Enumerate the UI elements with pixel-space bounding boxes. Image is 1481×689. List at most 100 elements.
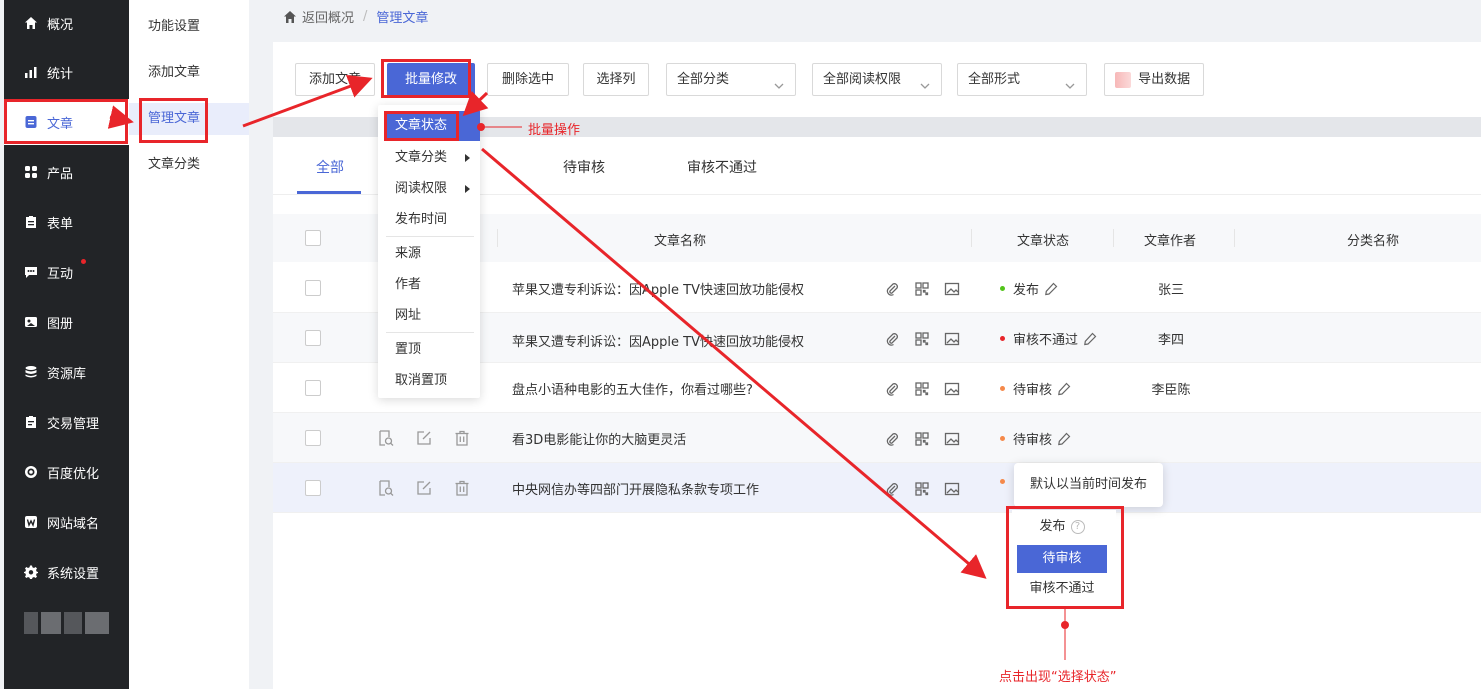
row-checkbox[interactable] <box>305 480 321 496</box>
batch-menu-item-source[interactable]: 来源 <box>378 239 480 269</box>
batch-menu-item-author[interactable]: 作者 <box>378 270 480 300</box>
delete-selected-button[interactable]: 删除选中 <box>487 63 569 96</box>
status-option-rejected[interactable]: 审核不通过 <box>1017 575 1107 603</box>
sidebar-item-form[interactable]: 表单 <box>4 199 129 245</box>
form-filter-value: 全部形式 <box>968 72 1021 87</box>
picture-icon[interactable] <box>943 430 961 448</box>
paperclip-icon[interactable] <box>883 430 901 448</box>
article-title[interactable]: 中央网信办等四部门开展隐私条款专项工作 <box>512 479 759 498</box>
home-icon[interactable] <box>283 10 297 24</box>
preview-icon[interactable] <box>376 478 396 498</box>
export-data-button[interactable]: 导出数据 <box>1104 63 1204 96</box>
qrcode-icon[interactable] <box>913 430 931 448</box>
subnav-item-article-category[interactable]: 文章分类 <box>129 149 249 181</box>
active-tab-indicator <box>297 191 361 194</box>
picture-icon[interactable] <box>943 280 961 298</box>
article-title[interactable]: 看3D电影能让你的大脑更灵活 <box>512 429 686 448</box>
status-option-publish[interactable]: 发布? <box>1017 513 1107 541</box>
row-tools <box>883 380 961 398</box>
edit-pencil-icon[interactable] <box>1044 282 1058 296</box>
home-icon <box>23 15 39 31</box>
batch-menu-item-status[interactable]: 文章状态 <box>386 111 480 141</box>
tab-rejected[interactable]: 审核不通过 <box>687 157 757 177</box>
article-status: 审核不通过 <box>1000 329 1097 348</box>
sidebar-item-domain[interactable]: 网站域名 <box>4 499 129 545</box>
batch-menu-label: 文章分类 <box>395 150 448 165</box>
row-checkbox[interactable] <box>305 430 321 446</box>
picture-icon[interactable] <box>943 380 961 398</box>
subnav-item-manage-articles[interactable]: 管理文章 <box>129 103 249 135</box>
article-title[interactable]: 苹果又遭专利诉讼：因Apple TV快速回放功能侵权 <box>512 279 804 298</box>
sidebar-item-product[interactable]: 产品 <box>4 149 129 195</box>
preview-icon[interactable] <box>376 428 396 448</box>
breadcrumb: 返回概况 / 管理文章 <box>283 7 428 26</box>
batch-edit-button[interactable]: 批量修改 <box>387 63 475 96</box>
article-status: 待审核 <box>1000 379 1071 398</box>
sidebar-item-article[interactable]: 文章 <box>4 99 129 145</box>
article-title[interactable]: 苹果又遭专利诉讼：因Apple TV快速回放功能侵权 <box>512 331 804 350</box>
qrcode-icon[interactable] <box>913 480 931 498</box>
sidebar-item-interaction[interactable]: 互动 <box>4 249 129 295</box>
batch-menu-item-publish-time[interactable]: 发布时间 <box>378 205 480 235</box>
row-tools <box>883 330 961 348</box>
batch-menu-item-permission[interactable]: 阅读权限 <box>378 174 480 204</box>
help-icon[interactable]: ? <box>1070 519 1085 534</box>
article-status: 待审核 <box>1000 429 1071 448</box>
sidebar-item-resources[interactable]: 资源库 <box>4 349 129 395</box>
main-sidebar: 概况 统计 文章 产品 表单 互动 图册 资源库 交易管理 百度优化 网站域名 <box>4 0 129 689</box>
column-divider <box>971 229 972 247</box>
permission-filter-select[interactable]: 全部阅读权限 <box>812 63 942 96</box>
picture-icon[interactable] <box>943 330 961 348</box>
article-author: 张三 <box>1157 283 1184 298</box>
chat-icon <box>23 264 39 280</box>
select-all-checkbox[interactable] <box>305 230 321 246</box>
status-option-pending[interactable]: 待审核 <box>1017 545 1107 573</box>
row-checkbox[interactable] <box>305 280 321 296</box>
subnav-item-settings[interactable]: 功能设置 <box>129 11 249 43</box>
sidebar-item-stats[interactable]: 统计 <box>4 49 129 95</box>
edit-pencil-icon[interactable] <box>1057 382 1071 396</box>
paperclip-icon[interactable] <box>883 330 901 348</box>
edit-icon[interactable] <box>414 478 434 498</box>
paperclip-icon[interactable] <box>883 480 901 498</box>
qrcode-icon[interactable] <box>913 330 931 348</box>
sidebar-item-gallery[interactable]: 图册 <box>4 299 129 345</box>
permission-filter-value: 全部阅读权限 <box>823 72 902 87</box>
batch-menu-item-pin[interactable]: 置顶 <box>378 335 480 365</box>
trash-icon[interactable] <box>452 478 472 498</box>
edit-pencil-icon[interactable] <box>1083 332 1097 346</box>
tab-all[interactable]: 全部 <box>316 157 344 177</box>
w-icon <box>23 514 39 530</box>
edit-pencil-icon[interactable] <box>1057 432 1071 446</box>
paperclip-icon[interactable] <box>883 280 901 298</box>
batch-menu-item-unpin[interactable]: 取消置顶 <box>378 366 480 396</box>
edit-icon[interactable] <box>414 428 434 448</box>
sidebar-item-overview[interactable]: 概况 <box>4 0 129 46</box>
category-filter-select[interactable]: 全部分类 <box>666 63 796 96</box>
picture-icon[interactable] <box>943 480 961 498</box>
trash-icon[interactable] <box>452 428 472 448</box>
article-author: 李臣陈 <box>1151 383 1191 398</box>
sidebar-item-label: 概况 <box>47 17 74 33</box>
batch-menu-item-url[interactable]: 网址 <box>378 301 480 331</box>
row-checkbox[interactable] <box>305 380 321 396</box>
export-label: 导出数据 <box>1138 72 1191 87</box>
breadcrumb-separator: / <box>363 9 368 24</box>
batch-menu-item-category[interactable]: 文章分类 <box>378 143 480 173</box>
qrcode-icon[interactable] <box>913 280 931 298</box>
paperclip-icon[interactable] <box>883 380 901 398</box>
add-article-button[interactable]: 添加文章 <box>295 63 375 96</box>
form-filter-select[interactable]: 全部形式 <box>957 63 1087 96</box>
sidebar-item-settings[interactable]: 系统设置 <box>4 549 129 595</box>
article-title[interactable]: 盘点小语种电影的五大佳作，你看过哪些? <box>512 379 753 398</box>
breadcrumb-back-link[interactable]: 返回概况 <box>302 7 354 26</box>
row-actions <box>376 478 472 498</box>
select-columns-button[interactable]: 选择列 <box>583 63 649 96</box>
sidebar-item-seo[interactable]: 百度优化 <box>4 449 129 495</box>
tab-pending[interactable]: 待审核 <box>563 157 605 177</box>
sidebar-item-trade[interactable]: 交易管理 <box>4 399 129 445</box>
status-label: 审核不通过 <box>1013 333 1079 348</box>
row-checkbox[interactable] <box>305 330 321 346</box>
subnav-item-add-article[interactable]: 添加文章 <box>129 57 249 89</box>
qrcode-icon[interactable] <box>913 380 931 398</box>
